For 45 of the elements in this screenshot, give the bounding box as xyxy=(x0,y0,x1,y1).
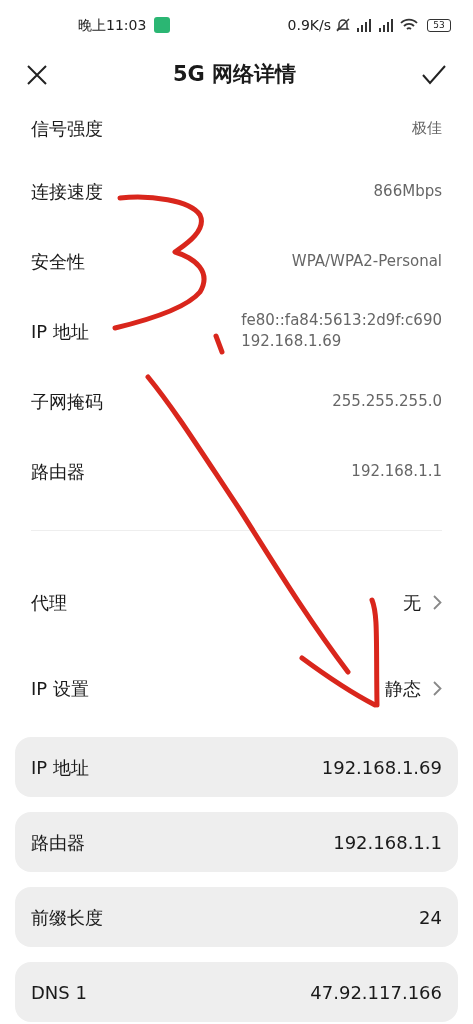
wifi-icon xyxy=(399,17,419,33)
row-value: WPA/WPA2-Personal xyxy=(291,250,442,272)
muted-bell-icon xyxy=(335,17,351,33)
app-notification-icon xyxy=(154,17,171,33)
row-value: 192.168.1.1 xyxy=(351,460,442,482)
input-field[interactable]: 前缀长度 24 xyxy=(15,887,458,947)
confirm-check-icon[interactable] xyxy=(421,64,447,86)
field-value: 24 xyxy=(419,905,442,930)
setting-value: 静态 xyxy=(385,676,421,701)
field-label: IP 地址 xyxy=(31,755,89,780)
row-value: fe80::fa84:5613:2d9f:c690 xyxy=(241,310,442,331)
row-value: 极佳 xyxy=(412,117,442,139)
field-value: 192.168.1.1 xyxy=(333,830,442,855)
pen-mark xyxy=(213,333,225,355)
battery-icon: 53 xyxy=(427,18,451,32)
row-label: 连接速度 xyxy=(31,179,103,204)
row-label: 安全性 xyxy=(31,249,85,274)
input-field[interactable]: DNS 1 47.92.117.166 xyxy=(15,962,458,1022)
window-title: 5G 网络详情 xyxy=(172,61,297,89)
setting-label: 代理 xyxy=(31,590,67,615)
field-label: DNS 1 xyxy=(31,980,87,1005)
signal-icon xyxy=(377,17,395,33)
row-label: 信号强度 xyxy=(31,116,103,141)
field-label: 前缀长度 xyxy=(31,905,103,930)
row-label: 路由器 xyxy=(31,459,85,484)
status-time: 晚上11:03 xyxy=(78,15,147,35)
input-field[interactable]: 路由器 192.168.1.1 xyxy=(15,812,458,872)
chevron-right-icon xyxy=(433,594,442,610)
input-field[interactable]: IP 地址 192.168.1.69 xyxy=(15,737,458,797)
close-icon[interactable] xyxy=(26,64,48,86)
signal-icon xyxy=(355,17,373,33)
row-value: 255.255.255.0 xyxy=(332,390,442,412)
network-speed: 0.9K/s xyxy=(287,15,331,35)
row-label: IP 地址 xyxy=(31,319,89,344)
field-value: 192.168.1.69 xyxy=(321,755,442,780)
chevron-right-icon xyxy=(433,680,442,696)
settings-row[interactable]: 代理 无 xyxy=(31,559,442,645)
row-value: 866Mbps xyxy=(373,180,442,202)
field-label: 路由器 xyxy=(31,830,85,855)
row-label: 子网掩码 xyxy=(31,389,103,414)
row-value: 192.168.1.69 xyxy=(241,331,342,352)
setting-label: IP 设置 xyxy=(31,676,89,701)
setting-value: 无 xyxy=(403,590,421,615)
settings-row[interactable]: IP 设置 静态 xyxy=(31,645,442,731)
field-value: 47.92.117.166 xyxy=(310,980,442,1005)
